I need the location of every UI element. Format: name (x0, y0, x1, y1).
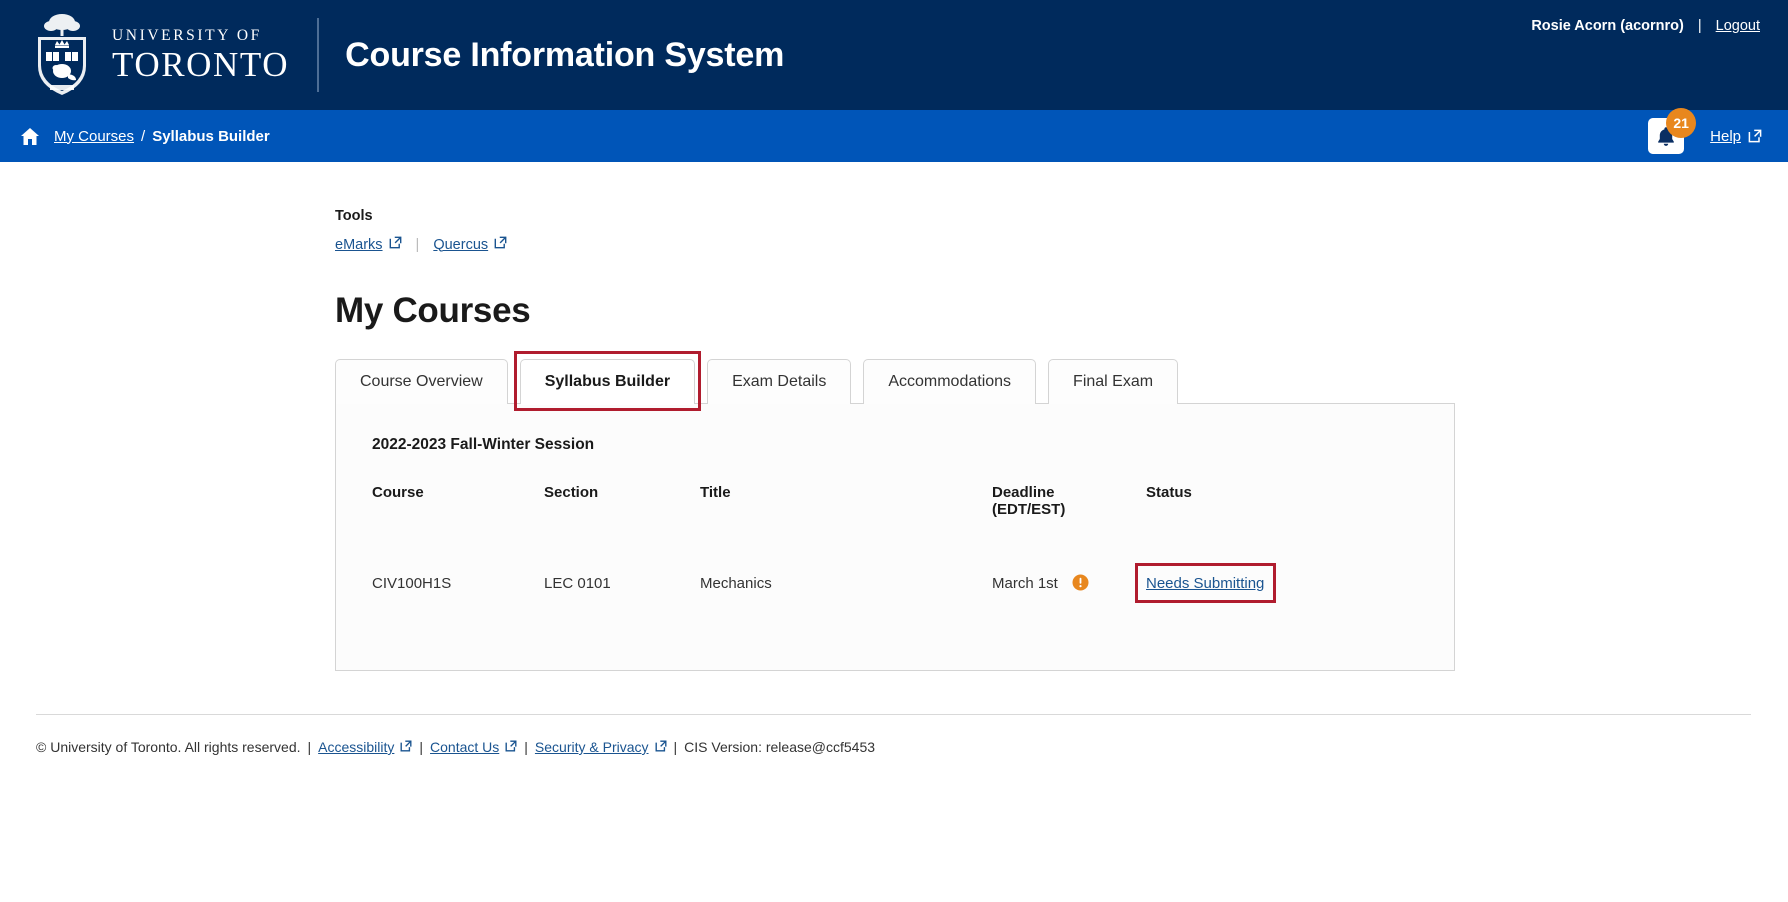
session-label: 2022-2023 Fall-Winter Session (372, 436, 595, 453)
user-area: Rosie Acorn (acornro) | Logout (1531, 18, 1760, 34)
status-needs-submitting-link[interactable]: Needs Submitting (1135, 562, 1277, 603)
deadline-header-line2: (EDT/EST) (992, 501, 1066, 518)
external-link-icon (389, 236, 402, 253)
user-name: Rosie Acorn (acornro) (1531, 18, 1684, 34)
university-wordmark: UNIVERSITY OF TORONTO (112, 28, 289, 83)
contact-us-link[interactable]: Contact Us (430, 739, 517, 755)
cell-status: Needs Submitting (1135, 532, 1418, 626)
external-link-icon (494, 236, 507, 253)
courses-table: Course Section Title Deadline (EDT/EST) … (372, 484, 1418, 626)
tab-final-exam[interactable]: Final Exam (1048, 359, 1179, 404)
cell-title: Mechanics (700, 574, 772, 592)
cell-deadline: March 1st (992, 532, 1146, 626)
external-link-icon (655, 739, 667, 755)
footer-pipe: | (307, 739, 312, 755)
column-header-deadline: Deadline (EDT/EST) (992, 484, 1146, 532)
accessibility-label: Accessibility (318, 739, 395, 755)
help-link[interactable]: Help (1710, 128, 1762, 145)
footer-pipe: | (419, 739, 424, 755)
security-privacy-link[interactable]: Security & Privacy (535, 739, 667, 755)
tools-heading: Tools (335, 208, 373, 224)
brand-block[interactable]: UNIVERSITY OF TORONTO (0, 11, 289, 99)
accessibility-link[interactable]: Accessibility (318, 739, 412, 755)
footer-copyright: © University of Toronto. All rights rese… (36, 739, 301, 755)
logout-link[interactable]: Logout (1716, 18, 1760, 34)
cell-section: LEC 0101 (544, 574, 611, 592)
emarks-link[interactable]: eMarks (335, 236, 402, 253)
user-separator: | (1697, 18, 1702, 34)
tab-accommodations[interactable]: Accommodations (863, 359, 1037, 404)
quercus-label: Quercus (433, 236, 489, 253)
home-icon[interactable] (20, 127, 40, 146)
table-header-row: Course Section Title Deadline (EDT/EST) … (372, 484, 1418, 532)
deadline-text: March 1st (992, 575, 1058, 592)
breadcrumb-separator: / (141, 127, 146, 145)
page-footer: © University of Toronto. All rights rese… (0, 714, 1788, 755)
syllabus-builder-panel: 2022-2023 Fall-Winter Session Course Sec… (335, 403, 1455, 671)
footer-pipe: | (673, 739, 678, 755)
column-header-section: Section (544, 484, 599, 501)
masthead: UNIVERSITY OF TORONTO Course Information… (0, 0, 1788, 110)
status-label: Needs Submitting (1146, 574, 1265, 592)
university-crest-icon (38, 14, 86, 95)
external-link-icon (1748, 129, 1762, 143)
breadcrumb-current: Syllabus Builder (152, 127, 270, 145)
tools-divider: | (415, 236, 420, 253)
page-title: My Courses (335, 291, 531, 330)
tab-course-overview[interactable]: Course Overview (335, 359, 508, 404)
quercus-link[interactable]: Quercus (433, 236, 507, 253)
wordmark-toronto: TORONTO (112, 45, 290, 85)
column-header-course: Course (372, 484, 424, 501)
column-header-title: Title (700, 484, 731, 501)
tab-syllabus-builder-label: Syllabus Builder (544, 373, 671, 390)
cis-version: CIS Version: release@ccf5453 (684, 739, 876, 755)
warning-icon (1072, 574, 1089, 591)
external-link-icon (505, 739, 517, 755)
deadline-header-line1: Deadline (992, 484, 1055, 501)
table-row: CIV100H1S LEC 0101 Mechanics March 1st N… (372, 532, 1418, 626)
cell-course: CIV100H1S (372, 574, 452, 592)
tab-strip: Course Overview Syllabus Builder Exam De… (335, 351, 1788, 411)
contact-us-label: Contact Us (430, 739, 500, 755)
column-header-status: Status (1146, 484, 1192, 501)
security-privacy-label: Security & Privacy (534, 739, 649, 755)
external-link-icon (400, 739, 412, 755)
tab-syllabus-builder[interactable]: Syllabus Builder (513, 351, 702, 411)
nav-right-actions: 21 Help (1648, 108, 1762, 154)
main-content: Tools eMarks | Quercus My Courses Course… (0, 162, 1788, 672)
footer-divider (36, 714, 1751, 715)
footer-text: © University of Toronto. All rights rese… (36, 739, 1752, 755)
breadcrumb: My Courses / Syllabus Builder (20, 127, 270, 146)
tools-links: eMarks | Quercus (335, 236, 1788, 253)
breadcrumb-my-courses[interactable]: My Courses (54, 128, 134, 145)
footer-pipe: | (524, 739, 528, 755)
wordmark-university: UNIVERSITY OF (112, 26, 262, 44)
app-title: Course Information System (345, 35, 785, 74)
tab-exam-details[interactable]: Exam Details (707, 359, 852, 404)
emarks-label: eMarks (335, 236, 383, 253)
breadcrumb-navbar: My Courses / Syllabus Builder 21 Help (0, 108, 1788, 162)
notifications-button[interactable]: 21 (1648, 108, 1697, 154)
help-label: Help (1710, 127, 1741, 145)
header-divider (317, 18, 320, 92)
notification-badge: 21 (1666, 108, 1697, 138)
